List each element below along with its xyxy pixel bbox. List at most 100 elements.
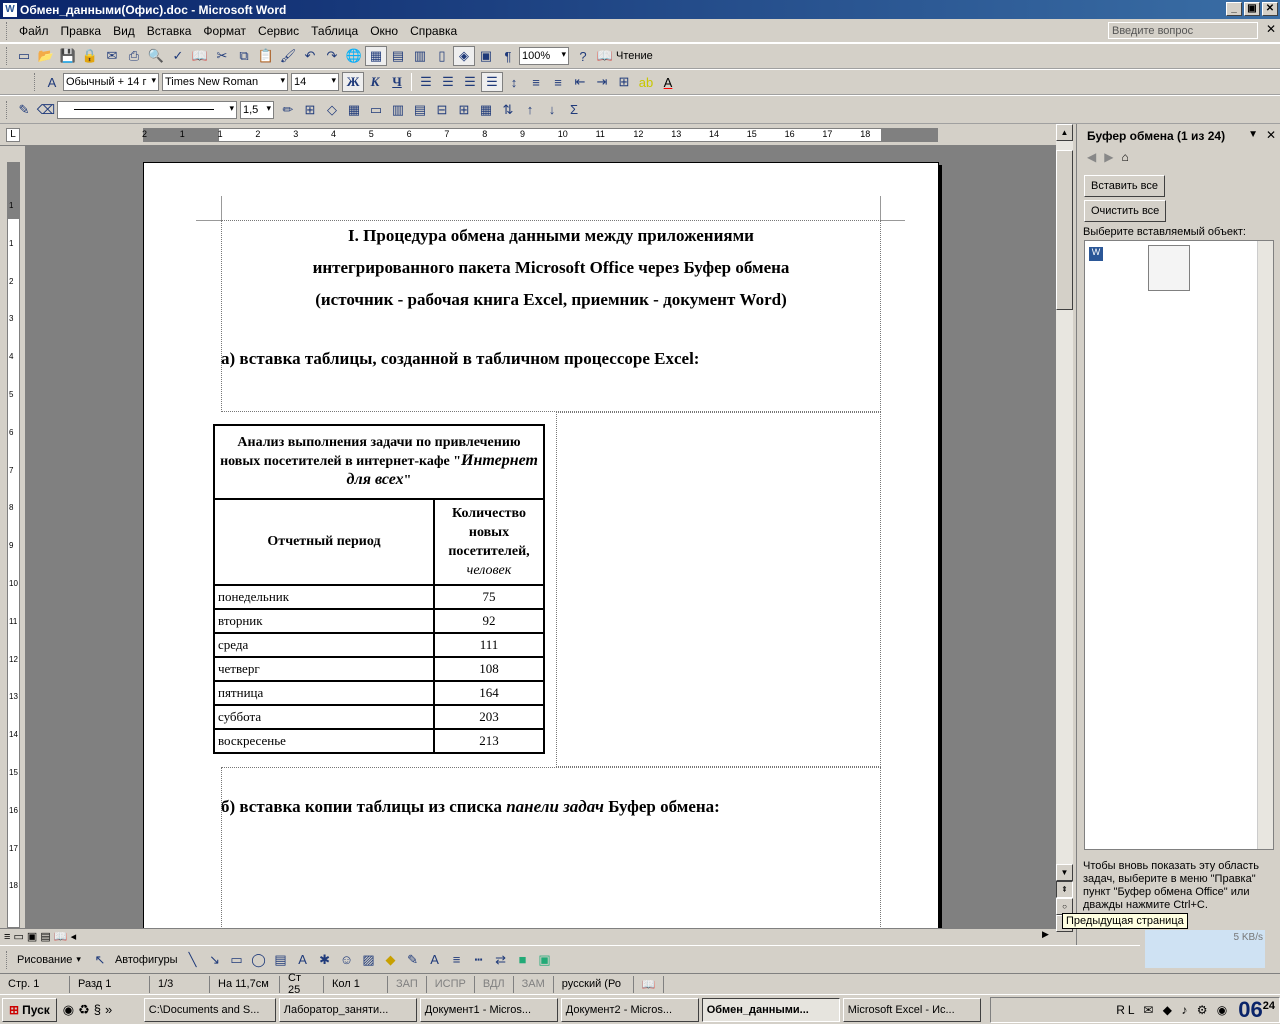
columns-icon[interactable]: ▯ — [431, 46, 453, 66]
cell-count[interactable]: 164 — [433, 680, 545, 706]
cell-count[interactable]: 75 — [433, 584, 545, 610]
select-objects-icon[interactable]: ↖ — [89, 950, 111, 970]
cell-count[interactable]: 203 — [433, 704, 545, 730]
bold-button[interactable]: Ж — [342, 72, 364, 92]
paste-all-button[interactable]: Вставить все — [1084, 175, 1166, 197]
menu-file[interactable]: Файл — [13, 24, 55, 38]
line-style-select[interactable] — [57, 100, 237, 119]
tray-icons[interactable]: RL ✉ ◆ ♪ ⚙ ◉ — [1116, 1003, 1230, 1017]
print-icon[interactable]: ⎙ — [123, 46, 145, 66]
task-pane-close-icon[interactable]: ✕ — [1266, 128, 1276, 142]
header-count[interactable]: Количество новых посетителей, человек — [433, 498, 545, 586]
line-spacing-icon[interactable]: ↕ — [503, 72, 525, 92]
cell-count[interactable]: 111 — [433, 632, 545, 658]
table-title-cell[interactable]: Анализ выполнения задачи по привлечению … — [213, 424, 545, 500]
format-painter-icon[interactable]: 🖌 — [277, 46, 299, 66]
clipboard-item-thumbnail[interactable] — [1148, 245, 1190, 291]
font-color-icon[interactable]: A — [657, 72, 679, 92]
arrow-style-icon[interactable]: ⇄ — [490, 950, 512, 970]
toolbar-grip[interactable] — [6, 47, 9, 65]
ask-question-input[interactable]: Введите вопрос — [1108, 22, 1258, 39]
show-hide-icon[interactable]: ¶ — [497, 46, 519, 66]
wordart-icon[interactable]: A — [292, 950, 314, 970]
autoshapes-menu[interactable]: Автофигуры — [111, 954, 182, 966]
arrow-icon[interactable]: ↘ — [204, 950, 226, 970]
minimize-button[interactable]: _ — [1226, 2, 1242, 16]
align-left-icon[interactable]: ☰ — [415, 72, 437, 92]
merge-cells-icon[interactable]: ▭ — [365, 100, 387, 120]
scroll-right-button[interactable]: ▶ — [1037, 929, 1054, 944]
research-icon[interactable]: 📖 — [189, 46, 211, 66]
copy-icon[interactable]: ⧉ — [233, 46, 255, 66]
font-color-draw-icon[interactable]: A — [424, 950, 446, 970]
picture-icon[interactable]: ▨ — [358, 950, 380, 970]
line-style-icon[interactable]: ≡ — [446, 950, 468, 970]
cell-count[interactable]: 92 — [433, 608, 545, 634]
help-icon[interactable]: ? — [572, 46, 594, 66]
justify-icon[interactable]: ☰ — [481, 72, 503, 92]
start-button[interactable]: ⊞ Пуск — [2, 997, 57, 1022]
menu-format[interactable]: Формат — [197, 24, 252, 38]
menu-grip[interactable] — [6, 21, 9, 40]
textbox-icon[interactable]: ▤ — [270, 950, 292, 970]
cell-day[interactable]: суббота — [213, 704, 435, 730]
menu-table[interactable]: Таблица — [305, 24, 364, 38]
tables-grip[interactable] — [6, 100, 9, 119]
format-grip[interactable] — [34, 73, 37, 91]
permission-icon[interactable]: 🔒 — [79, 46, 101, 66]
save-icon[interactable]: 💾 — [57, 46, 79, 66]
menu-view[interactable]: Вид — [107, 24, 141, 38]
line-weight-select[interactable]: 1,5 — [240, 100, 274, 119]
back-icon[interactable]: ◀ — [1087, 150, 1096, 170]
font-size-select[interactable]: 14 — [291, 73, 339, 91]
font-select[interactable]: Times New Roman — [162, 73, 288, 91]
align-cell-icon[interactable]: ▤ — [409, 100, 431, 120]
scroll-down-button[interactable]: ▼ — [1056, 864, 1073, 881]
print-preview-icon[interactable]: 🔍 — [145, 46, 167, 66]
previous-page-button[interactable]: ⇞ — [1056, 881, 1073, 898]
cell-day[interactable]: воскресенье — [213, 728, 435, 754]
bullets-icon[interactable]: ≡ — [547, 72, 569, 92]
vertical-ruler[interactable]: 1 1 2 3 4 5 6 7 8 9 10 11 12 13 14 15 16 17 18 — [0, 146, 26, 928]
undo-icon[interactable]: ↶ — [299, 46, 321, 66]
reading-icon[interactable]: 📖 — [594, 46, 616, 66]
task-pane-menu-icon[interactable]: ▼ — [1248, 129, 1258, 140]
underline-button[interactable]: Ч — [386, 72, 408, 92]
home-icon[interactable]: ⌂ — [1121, 150, 1128, 170]
menu-tools[interactable]: Сервис — [252, 24, 305, 38]
sort-desc-icon[interactable]: ↓ — [541, 100, 563, 120]
document-area[interactable]: I. Процедура обмена данными между прилож… — [26, 146, 1056, 928]
insert-table-menu-icon[interactable]: ▦ — [343, 100, 365, 120]
header-period[interactable]: Отчетный период — [213, 498, 435, 586]
forward-icon[interactable]: ▶ — [1104, 150, 1113, 170]
status-rec[interactable]: ЗАП — [388, 975, 427, 993]
decrease-indent-icon[interactable]: ⇤ — [569, 72, 591, 92]
new-document-icon[interactable]: ▭ — [13, 46, 35, 66]
align-center-icon[interactable]: ☰ — [437, 72, 459, 92]
horizontal-ruler[interactable]: L 2 1 1 2 3 4 5 6 7 8 9 10 11 12 13 14 15 16 17 18 — [0, 124, 1056, 146]
style-select[interactable]: Обычный + 14 г — [63, 73, 159, 91]
quicklaunch-more-icon[interactable]: » — [105, 1002, 112, 1018]
scroll-thumb[interactable] — [1056, 150, 1073, 310]
quicklaunch-icon[interactable]: ♻ — [78, 1002, 90, 1018]
fill-color-icon[interactable]: ◆ — [380, 950, 402, 970]
drawing-dropdown-icon[interactable]: ▾ — [76, 954, 81, 965]
redo-icon[interactable]: ↷ — [321, 46, 343, 66]
menu-edit[interactable]: Правка — [55, 24, 108, 38]
rectangle-icon[interactable]: ▭ — [226, 950, 248, 970]
paste-icon[interactable]: 📋 — [255, 46, 277, 66]
quicklaunch-icon[interactable]: § — [94, 1002, 101, 1018]
styles-icon[interactable]: A — [41, 72, 63, 92]
clipboard-list[interactable]: W — [1084, 240, 1274, 850]
italic-button[interactable]: К — [364, 72, 386, 92]
email-icon[interactable]: ✉ — [101, 46, 123, 66]
split-cells-icon[interactable]: ▥ — [387, 100, 409, 120]
taskbar-item[interactable]: Microsoft Excel - Ис... — [842, 997, 981, 1022]
cell-day[interactable]: среда — [213, 632, 435, 658]
outside-border-icon[interactable]: ⊞ — [299, 100, 321, 120]
distribute-rows-icon[interactable]: ⊟ — [431, 100, 453, 120]
clipboard-scrollbar[interactable] — [1257, 241, 1273, 849]
drawing-icon[interactable]: ◈ — [453, 46, 475, 66]
menu-help[interactable]: Справка — [404, 24, 463, 38]
vertical-scrollbar[interactable]: ▲ ▼ ⇞ ○ ⇟ — [1056, 124, 1073, 932]
